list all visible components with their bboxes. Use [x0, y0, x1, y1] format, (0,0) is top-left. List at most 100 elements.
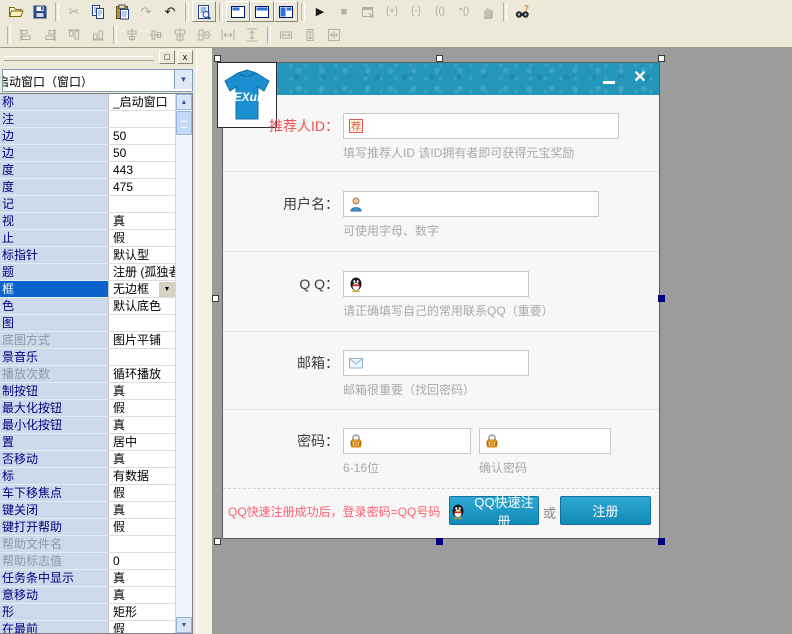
step-over-button: {-} [404, 1, 428, 22]
panel-maximize-button[interactable]: □ [159, 50, 175, 64]
property-name: 度 [0, 179, 108, 196]
close-icon[interactable]: ✕ [629, 67, 651, 89]
selection-handle[interactable] [436, 55, 443, 62]
property-row[interactable]: 标指针 默认型 [0, 247, 192, 264]
property-row[interactable]: 置居中 [0, 434, 192, 451]
field-hint-email: 邮箱很重要（找回密码） [343, 383, 476, 397]
property-name: 形 [0, 604, 108, 621]
property-row[interactable]: 键打开帮助假 [0, 519, 192, 536]
property-row[interactable]: 题注册 (孤独者传播者 [0, 264, 192, 281]
property-row[interactable]: 景音乐 [0, 349, 192, 366]
qq-quick-register-button[interactable]: QQ快速注册 [449, 495, 539, 529]
property-grid-scrollbar[interactable]: ▲ ▼ [175, 94, 192, 633]
email-input[interactable] [343, 350, 529, 376]
toolbar-separator [55, 2, 59, 21]
run-button[interactable]: ▶ [308, 1, 332, 22]
svg-text:EXui: EXui [234, 90, 261, 104]
toolbar-row-1: ✂ ↷ ↶ ▶ ■ {+} {-} {(} *{)? [0, 0, 792, 23]
align-middles-h-button [168, 24, 192, 45]
redo-icon: ↷ [140, 3, 152, 19]
property-row[interactable]: 否移动真 [0, 451, 192, 468]
save-button[interactable] [28, 1, 52, 22]
layout-toggle-3-button[interactable] [274, 1, 298, 22]
find-button[interactable]: ? [510, 1, 534, 22]
property-row[interactable]: 注 [0, 111, 192, 128]
step-into-button: {+} [380, 1, 404, 22]
section-divider [223, 171, 659, 172]
combo-dropdown-icon[interactable]: ▼ [174, 70, 192, 89]
section-divider [223, 409, 659, 410]
object-selector-combobox[interactable]: 启动窗口（窗口） ▼ [2, 69, 193, 92]
property-row[interactable]: 边 50 [0, 128, 192, 145]
open-button[interactable] [4, 1, 28, 22]
property-name: 标 [0, 468, 108, 485]
property-row[interactable]: 标有数据 [0, 468, 192, 485]
referrer-input[interactable]: 荐 [343, 113, 619, 139]
copy-button[interactable] [86, 1, 110, 22]
brace-2-icon: {-} [410, 5, 421, 17]
password-input-confirm[interactable]: EXUI [479, 428, 611, 454]
value-dropdown-icon[interactable]: ▼ [158, 281, 176, 297]
layout-toggle-2-button[interactable] [250, 1, 274, 22]
property-row[interactable]: 帮助文件名 [0, 536, 192, 553]
center-h-icon [124, 27, 140, 43]
property-row[interactable]: 记 [0, 196, 192, 213]
property-row[interactable]: 在最前假 [0, 621, 192, 633]
selection-handle[interactable] [436, 538, 443, 545]
undo-button[interactable]: ↶ [158, 1, 182, 22]
panel-close-button[interactable]: x [177, 50, 193, 64]
space-v-icon [244, 27, 260, 43]
property-row[interactable]: 最小化按钮真 [0, 417, 192, 434]
selection-handle[interactable] [212, 295, 219, 302]
paste-button[interactable] [110, 1, 134, 22]
property-row[interactable]: 图 [0, 315, 192, 332]
scroll-down-icon[interactable]: ▼ [176, 617, 192, 633]
property-row[interactable]: 车下移焦点假 [0, 485, 192, 502]
property-row[interactable]: 色默认底色 [0, 298, 192, 315]
qq-input[interactable] [343, 271, 529, 297]
property-name: 键打开帮助 [0, 519, 108, 536]
property-row[interactable]: 度 475 [0, 179, 192, 196]
register-dialog-form[interactable]: ✕ EXui 推荐人ID： 荐填写推荐人ID 该ID拥有者即可获得元宝奖励 用户名：… [217, 62, 660, 539]
property-row[interactable]: 止假 [0, 230, 192, 247]
property-row[interactable]: 帮助标志值 0 [0, 553, 192, 570]
panel-drag-grip[interactable] [4, 56, 154, 61]
selection-handle[interactable] [658, 295, 665, 302]
property-row[interactable]: 最大化按钮假 [0, 400, 192, 417]
property-row[interactable]: 视真 [0, 213, 192, 230]
property-row[interactable]: 意移动真 [0, 587, 192, 604]
view-code-button[interactable] [192, 1, 216, 22]
property-name: 题 [0, 264, 108, 281]
property-row[interactable]: 键关闭真 [0, 502, 192, 519]
username-input[interactable] [343, 191, 599, 217]
space-evenly-h-button [216, 24, 240, 45]
property-row[interactable]: 制按钮真 [0, 383, 192, 400]
scroll-up-icon[interactable]: ▲ [176, 94, 192, 110]
section-divider [223, 251, 659, 252]
selection-handle[interactable] [214, 538, 221, 545]
register-button[interactable]: 注册 [560, 496, 651, 525]
property-row[interactable]: 任务条中显示真 [0, 570, 192, 587]
property-name: 边 [0, 128, 108, 145]
property-row[interactable]: 形矩形 [0, 604, 192, 621]
selection-handle[interactable] [658, 55, 665, 62]
selection-handle[interactable] [214, 55, 221, 62]
property-row[interactable]: 度 443 [0, 162, 192, 179]
scrollbar-thumb[interactable] [176, 111, 192, 135]
selection-handle[interactable] [658, 538, 665, 545]
middle-h-icon [172, 27, 188, 43]
property-row[interactable]: 称 _启动窗口 [0, 94, 192, 111]
align-top-button [62, 24, 86, 45]
password-input[interactable]: EXUI [343, 428, 471, 454]
property-row[interactable]: 边 50 [0, 145, 192, 162]
layout-toggle-1-button[interactable] [226, 1, 250, 22]
copy-icon [90, 4, 106, 20]
layout-1-icon [230, 4, 246, 20]
property-row[interactable]: 框无边框 ▼ [0, 281, 192, 298]
property-name: 框 [0, 281, 108, 298]
minimize-button[interactable] [599, 69, 619, 89]
dialog-titlebar[interactable]: ✕ [223, 63, 659, 95]
property-row[interactable]: 播放次数 循环播放 [0, 366, 192, 383]
property-row[interactable]: 底图方式 图片平铺 [0, 332, 192, 349]
field-label-password: 密码： [297, 433, 339, 449]
